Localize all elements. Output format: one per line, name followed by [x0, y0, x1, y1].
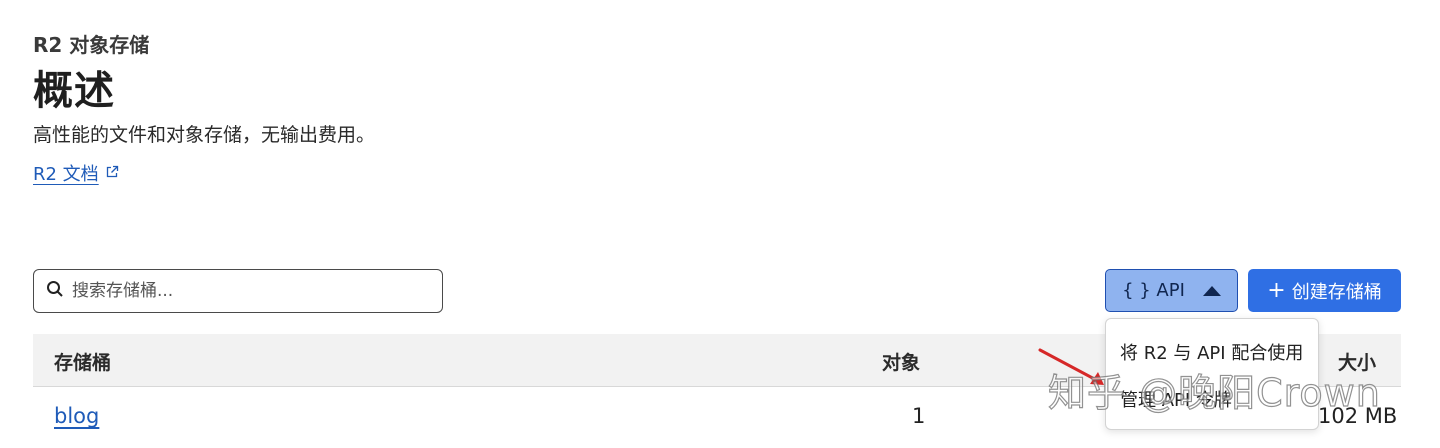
bucket-object-count: 1: [912, 404, 926, 428]
api-button-label: { } API: [1122, 280, 1185, 301]
bucket-search[interactable]: [33, 269, 443, 313]
external-link-icon: [105, 163, 119, 184]
search-icon: [46, 280, 64, 302]
bucket-name-link[interactable]: blog: [54, 404, 99, 428]
page-title: 概述: [33, 68, 115, 114]
api-menu: 将 R2 与 API 配合使用 管理 API 令牌: [1105, 318, 1319, 430]
create-bucket-label: 创建存储桶: [1291, 281, 1382, 303]
column-header-bucket[interactable]: 存储桶: [54, 348, 111, 375]
column-header-objects[interactable]: 对象: [882, 348, 920, 375]
page-eyebrow: R2 对象存储: [33, 33, 150, 57]
docs-link[interactable]: R2 文档: [33, 160, 119, 186]
search-input[interactable]: [72, 281, 442, 301]
create-bucket-button[interactable]: + 创建存储桶: [1248, 269, 1401, 312]
menu-item-manage-api-tokens[interactable]: 管理 API 令牌: [1120, 386, 1232, 412]
docs-link-label: R2 文档: [33, 164, 99, 185]
menu-item-use-r2-with-api[interactable]: 将 R2 与 API 配合使用: [1120, 339, 1303, 365]
plus-icon: +: [1267, 277, 1286, 303]
bucket-size: 102 MB: [1318, 404, 1398, 428]
caret-up-icon: [1202, 285, 1221, 296]
column-header-size[interactable]: 大小: [1338, 348, 1376, 375]
api-dropdown-button[interactable]: { } API: [1105, 269, 1238, 312]
page-subtitle: 高性能的文件和对象存储，无输出费用。: [33, 124, 376, 146]
